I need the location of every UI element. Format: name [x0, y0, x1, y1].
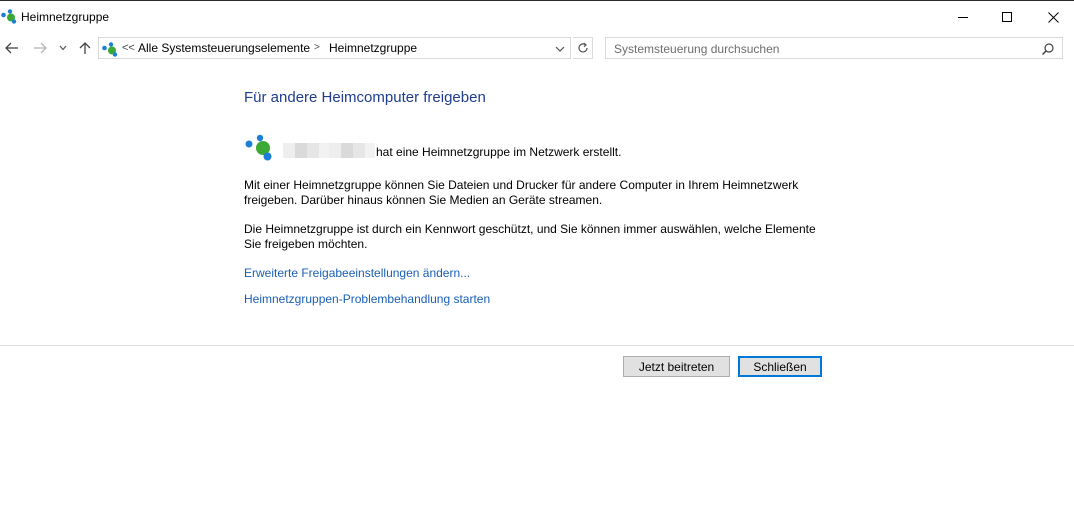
breadcrumb-overflow[interactable]: <<: [122, 42, 135, 54]
back-button[interactable]: [3, 39, 21, 57]
page-heading: Für andere Heimcomputer freigeben: [244, 89, 486, 106]
window-title: Heimnetzgruppe: [21, 10, 110, 24]
search-input[interactable]: Systemsteuerung durchsuchen: [614, 42, 779, 56]
close-icon: [1047, 11, 1059, 23]
footer-divider: [0, 345, 1074, 346]
arrow-right-icon: [34, 42, 47, 54]
minimize-icon: [958, 17, 968, 18]
close-window-button[interactable]: [1030, 2, 1074, 32]
maximize-icon: [1002, 12, 1012, 22]
title-bar: Heimnetzgruppe: [0, 1, 1074, 32]
arrow-up-icon: [79, 42, 91, 54]
redacted-computer-name: [283, 143, 375, 158]
homegroup-created-text: hat eine Heimnetzgruppe im Netzwerk erst…: [376, 145, 622, 159]
recent-locations-button[interactable]: [56, 39, 70, 57]
advanced-sharing-link[interactable]: Erweiterte Freigabeeinstellungen ändern.…: [244, 266, 470, 280]
search-box[interactable]: Systemsteuerung durchsuchen: [605, 37, 1063, 59]
homegroup-icon: [102, 42, 118, 57]
forward-button[interactable]: [31, 39, 49, 57]
minimize-button[interactable]: [940, 2, 986, 32]
description-paragraph-1: Mit einer Heimnetzgruppe können Sie Date…: [244, 178, 844, 208]
description-line: freigeben. Darüber hinaus können Sie Med…: [244, 193, 603, 207]
chevron-down-icon: [59, 45, 67, 51]
breadcrumb-item-control-panel[interactable]: Alle Systemsteuerungselemente: [138, 41, 310, 55]
maximize-button[interactable]: [984, 2, 1030, 32]
description-line: Sie freigeben möchten.: [244, 237, 368, 251]
search-icon[interactable]: [1041, 42, 1055, 56]
homegroup-icon: [1, 9, 17, 24]
description-line: Mit einer Heimnetzgruppe können Sie Date…: [244, 178, 799, 192]
navigation-bar: << Alle Systemsteuerungselemente > Heimn…: [0, 34, 1074, 62]
refresh-button[interactable]: [573, 37, 593, 59]
chevron-down-icon: [555, 46, 565, 52]
breadcrumb-item-homegroup[interactable]: Heimnetzgruppe: [329, 41, 417, 55]
arrow-left-icon: [5, 42, 18, 54]
address-dropdown-button[interactable]: [553, 42, 567, 56]
refresh-icon: [577, 42, 588, 53]
address-bar[interactable]: << Alle Systemsteuerungselemente > Heimn…: [98, 37, 571, 59]
close-button[interactable]: Schließen: [738, 356, 822, 377]
description-line: Die Heimnetzgruppe ist durch ein Kennwor…: [244, 222, 816, 236]
up-button[interactable]: [76, 39, 94, 57]
description-paragraph-2: Die Heimnetzgruppe ist durch ein Kennwor…: [244, 222, 844, 252]
breadcrumb-separator[interactable]: >: [314, 42, 320, 53]
homegroup-large-icon: [245, 134, 272, 161]
troubleshoot-link[interactable]: Heimnetzgruppen-Problembehandlung starte…: [244, 292, 490, 306]
join-now-button[interactable]: Jetzt beitreten: [623, 356, 730, 377]
